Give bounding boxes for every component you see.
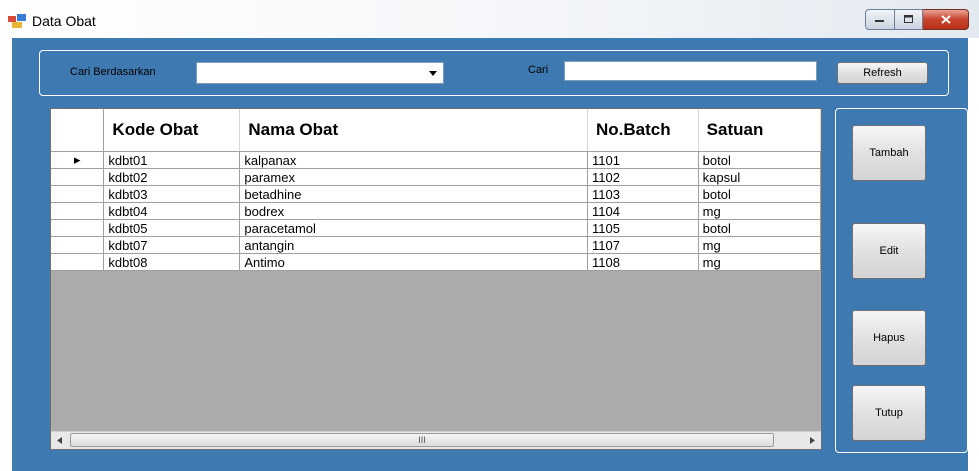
column-header-no-batch[interactable]: No.Batch: [587, 109, 699, 152]
cell-nama-obat[interactable]: bodrex: [239, 202, 589, 220]
search-groupbox: Cari Berdasarkan Cari Refresh: [39, 50, 949, 96]
horizontal-scrollbar[interactable]: III: [51, 431, 821, 449]
obat-data-grid[interactable]: Kode Obat Nama Obat No.Batch Satuan ▸ kd…: [50, 108, 822, 450]
filter-value: [197, 67, 201, 79]
close-button[interactable]: [923, 9, 969, 30]
cell-nama-obat[interactable]: paracetamol: [239, 219, 589, 237]
search-input[interactable]: [564, 61, 817, 81]
table-row[interactable]: kdbt07 antangin 1107 mg: [51, 236, 821, 254]
cell-satuan[interactable]: kapsul: [698, 168, 821, 186]
search-label: Cari: [528, 64, 549, 76]
cell-kode-obat[interactable]: kdbt03: [103, 185, 241, 203]
cell-kode-obat[interactable]: kdbt04: [103, 202, 241, 220]
column-header-satuan[interactable]: Satuan: [698, 109, 821, 152]
arrow-right-icon: [810, 437, 815, 444]
cell-kode-obat[interactable]: kdbt01: [103, 151, 241, 169]
hapus-button[interactable]: Hapus: [852, 310, 926, 366]
cell-nama-obat[interactable]: betadhine: [239, 185, 589, 203]
cell-no-batch[interactable]: 1108: [587, 253, 699, 271]
refresh-button[interactable]: Refresh: [837, 62, 928, 84]
minimize-button[interactable]: [865, 9, 895, 30]
cell-no-batch[interactable]: 1107: [587, 236, 699, 254]
row-header[interactable]: [51, 219, 105, 237]
form-client-area: Cari Berdasarkan Cari Refresh Kode Obat …: [12, 38, 968, 471]
cell-satuan[interactable]: mg: [698, 253, 821, 271]
cell-no-batch[interactable]: 1104: [587, 202, 699, 220]
cell-nama-obat[interactable]: antangin: [239, 236, 589, 254]
row-header-corner: [51, 109, 105, 152]
maximize-icon: [903, 15, 913, 23]
filter-label: Cari Berdasarkan: [70, 66, 156, 78]
cell-kode-obat[interactable]: kdbt02: [103, 168, 241, 186]
cell-no-batch[interactable]: 1103: [587, 185, 699, 203]
column-header-kode-obat[interactable]: Kode Obat: [103, 109, 241, 152]
obat-table: Kode Obat Nama Obat No.Batch Satuan ▸ kd…: [51, 109, 821, 271]
maximize-button[interactable]: [895, 9, 923, 30]
arrow-left-icon: [57, 437, 62, 444]
app-icon: [8, 14, 26, 28]
table-row[interactable]: kdbt03 betadhine 1103 botol: [51, 185, 821, 203]
scroll-left-button[interactable]: [51, 432, 68, 449]
data-obat-window: Data Obat Cari Berdasarkan Cari Refresh: [0, 0, 979, 471]
minimize-icon: [875, 19, 884, 22]
cell-satuan[interactable]: mg: [698, 236, 821, 254]
current-row-indicator[interactable]: ▸: [51, 151, 105, 169]
scroll-right-button[interactable]: [804, 432, 821, 449]
actions-groupbox: Tambah Edit Hapus Tutup: [835, 108, 968, 453]
row-header[interactable]: [51, 236, 105, 254]
table-row[interactable]: kdbt05 paracetamol 1105 botol: [51, 219, 821, 237]
row-header[interactable]: [51, 168, 105, 186]
cell-no-batch[interactable]: 1105: [587, 219, 699, 237]
scroll-thumb[interactable]: III: [70, 433, 774, 447]
cell-nama-obat[interactable]: paramex: [239, 168, 589, 186]
window-title: Data Obat: [32, 13, 96, 29]
cell-no-batch[interactable]: 1102: [587, 168, 699, 186]
filter-combobox[interactable]: [196, 62, 444, 84]
column-header-nama-obat[interactable]: Nama Obat: [239, 109, 589, 152]
cell-no-batch[interactable]: 1101: [587, 151, 699, 169]
row-header[interactable]: [51, 253, 105, 271]
table-row[interactable]: kdbt04 bodrex 1104 mg: [51, 202, 821, 220]
cell-satuan[interactable]: mg: [698, 202, 821, 220]
scroll-grip: III: [418, 435, 426, 445]
row-header[interactable]: [51, 202, 105, 220]
edit-button[interactable]: Edit: [852, 223, 926, 279]
chevron-down-icon: [429, 71, 437, 76]
title-bar[interactable]: Data Obat: [0, 0, 979, 38]
cell-satuan[interactable]: botol: [698, 219, 821, 237]
row-header[interactable]: [51, 185, 105, 203]
tutup-button[interactable]: Tutup: [852, 385, 926, 441]
table-header-row: Kode Obat Nama Obat No.Batch Satuan: [51, 109, 821, 152]
cell-kode-obat[interactable]: kdbt07: [103, 236, 241, 254]
cell-kode-obat[interactable]: kdbt05: [103, 219, 241, 237]
table-row[interactable]: ▸ kdbt01 kalpanax 1101 botol: [51, 151, 821, 169]
table-row[interactable]: kdbt08 Antimo 1108 mg: [51, 253, 821, 271]
cell-nama-obat[interactable]: Antimo: [239, 253, 589, 271]
cell-satuan[interactable]: botol: [698, 151, 821, 169]
close-icon: [940, 15, 951, 24]
cell-satuan[interactable]: botol: [698, 185, 821, 203]
tambah-button[interactable]: Tambah: [852, 125, 926, 181]
table-row[interactable]: kdbt02 paramex 1102 kapsul: [51, 168, 821, 186]
window-controls: [865, 9, 969, 31]
cell-kode-obat[interactable]: kdbt08: [103, 253, 241, 271]
cell-nama-obat[interactable]: kalpanax: [239, 151, 589, 169]
